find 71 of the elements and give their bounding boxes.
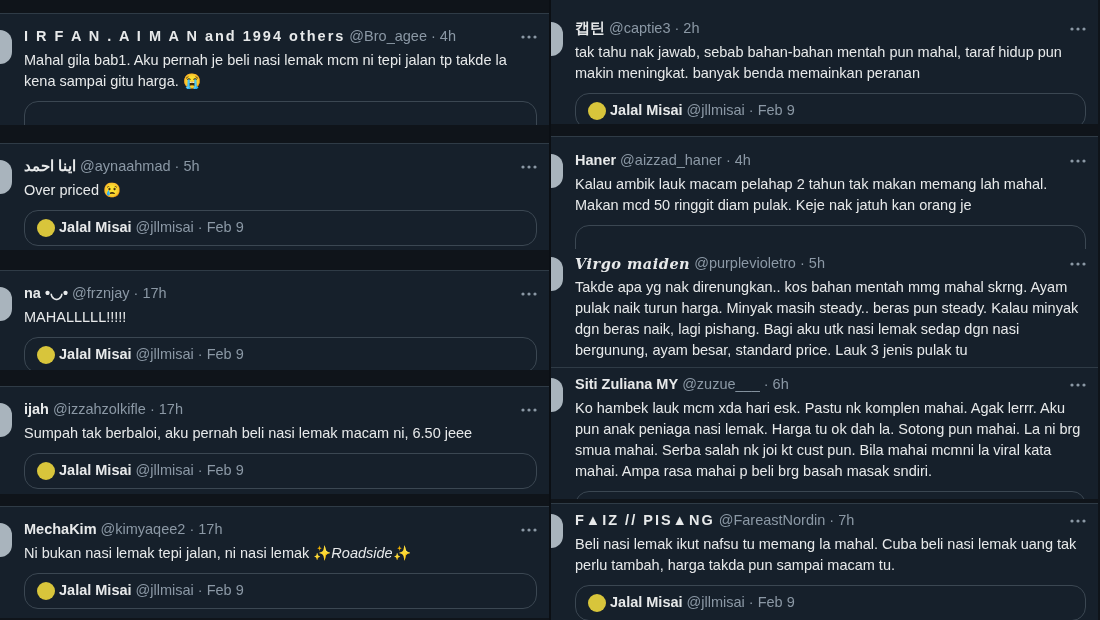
tweet-text: tak tahu nak jawab, sebab bahan-bahan mentah pun mahal, taraf hidup pun makin meningkat. banyak benda memainkan peranan [575,42,1063,83]
tweet-text: Sumpah tak berbaloi, aku pernah beli nasi lemak macam ni, 6.50 jeee [24,423,474,443]
more-icon[interactable] [521,291,537,296]
more-icon[interactable] [521,34,537,39]
more-icon[interactable] [521,164,537,169]
avatar [37,581,55,600]
user-name[interactable]: ijah [24,399,49,421]
more-icon[interactable] [1070,261,1086,266]
more-icon[interactable] [521,527,537,532]
more-icon[interactable] [1070,382,1086,387]
tweet-text: MAHALLLLL!!!!! [24,307,128,327]
user-name: Jalal Misai [59,580,132,600]
avatar[interactable] [551,514,563,548]
avatar[interactable] [551,154,563,188]
handle-and-time: @izzahzolkifle · 17h [53,400,183,419]
user-name[interactable]: na •◡• [24,283,69,305]
avatar[interactable] [551,378,563,412]
avatar[interactable] [0,160,12,194]
avatar [37,345,55,364]
handle-and-time: @kimyaqee2 · 17h [100,520,223,539]
user-name[interactable]: Virgo maiden [575,253,691,275]
avatar [588,593,606,612]
user-name: Jalal Misai [610,100,683,120]
more-icon[interactable] [1070,158,1086,163]
user-name: Jalal Misai [59,460,132,480]
quoted-tweet[interactable]: Jalal Misai @jllmisai · Feb 9 [24,572,537,609]
user-name: Jalal Misai [59,217,132,237]
avatar [37,461,55,480]
tweet-text: Ni bukan nasi lemak tepi jalan, ni nasi lemak ✨Roadside✨ [24,543,412,563]
handle-and-time: @frznjay · 17h [72,284,167,303]
handle-and-time: @Bro_agee · 4h [349,27,456,46]
handle-and-time: @captie3 · 2h [609,19,700,38]
tweet-text: Over priced 😢 [24,180,122,200]
handle-and-time: @aynaahmad · 5h [80,157,200,176]
avatar[interactable] [551,257,563,291]
user-name[interactable]: 캡틴 [575,18,605,40]
quoted-tweet[interactable]: Jalal Misai @jllmisai · Feb 9 [24,452,537,489]
user-name: Jalal Misai [59,344,132,364]
user-name[interactable]: Siti Zuliana MY [575,374,679,396]
tweet-text: Beli nasi lemak ikut nafsu tu memang la mahal. Cuba beli nasi lemak uang tak perlu tambah, harga takda pun sampai macam tu. [575,534,1078,575]
tweet-text: Mahal gila bab1. Aku pernah je beli nasi lemak mcm ni tepi jalan tp takde la kena sampai gitu harga. 😭 [24,50,508,91]
handle-and-time: @aizzad_haner · 4h [620,151,751,170]
handle-and-date: @jllmisai · Feb 9 [686,592,795,612]
handle-and-date: @jllmisai · Feb 9 [135,580,244,600]
user-name[interactable]: Haner [575,150,617,172]
user-name: Jalal Misai [610,592,683,612]
avatar [588,101,606,120]
user-name[interactable]: I R F A N . A I M A N and 1994 others [24,26,346,48]
handle-and-date: @jllmisai · Feb 9 [135,217,244,237]
user-name[interactable]: اينا احمد [24,156,77,178]
quoted-tweet[interactable]: Jalal Misai @jllmisai · Feb 9 [24,209,537,246]
avatar[interactable] [0,523,12,557]
avatar[interactable] [551,22,563,56]
handle-and-time: @purplevioletro · 5h [694,254,825,273]
handle-and-date: @jllmisai · Feb 9 [135,460,244,480]
avatar[interactable] [0,30,12,64]
handle-and-date: @jllmisai · Feb 9 [686,100,795,120]
avatar[interactable] [0,403,12,437]
more-icon[interactable] [521,407,537,412]
user-name[interactable]: F▲IZ // PIS▲NG [575,510,715,532]
more-icon[interactable] [1070,518,1086,523]
tweet-text: Ko hambek lauk mcm xda hari esk. Pastu nk komplen mahai. Agak lerrr. Aku pun anak peniaga nasi lemak. Harga tu ok dah la. Sotong pun mahai. La ni brg smua mahai. Serba salah nk joi kt cust pun. Bila mahai mcmni la viral kata mahai. Ampa rasa mahai p beli brg basah masak sndiri. [575,398,1082,481]
handle-and-date: @jllmisai · Feb 9 [135,344,244,364]
user-name[interactable]: MechaKim [24,519,97,541]
more-icon[interactable] [1070,26,1086,31]
tweet-text: Takde apa yg nak direnungkan.. kos bahan mentah mmg mahal skrng. Ayam pulak naik turun harga. Minyak masih steady.. beras pun steady. Kalau minyak dgn beras naik, lagi pishang. Bagi aku utk nasi lemak sedap dgn nasi bergunung, ayam besar, standard price. Lauk 3 jenis pulak tu [575,277,1080,360]
avatar [37,218,55,237]
avatar[interactable] [0,287,12,321]
handle-and-time: @FareastNordin · 7h [718,511,855,530]
tweet-text: Kalau ambik lauk macam pelahap 2 tahun tak makan memang lah mahal. Makan mcd 50 ringgit diam pulak. Keje nak jatuh kan orang je [575,174,1049,215]
handle-and-time: @zuzue___ · 6h [682,375,789,394]
